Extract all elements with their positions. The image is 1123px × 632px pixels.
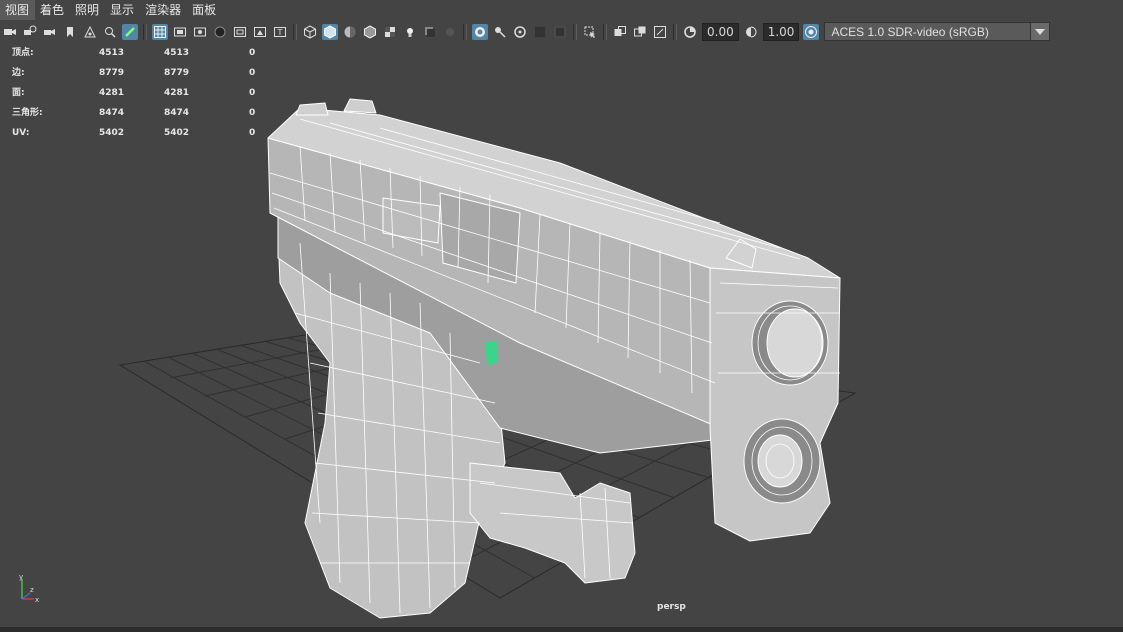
view-transform-dropdown[interactable]: ACES 1.0 SDR-video (sRGB) xyxy=(824,22,1051,41)
hud-label: 三角形: xyxy=(12,108,43,118)
hud-value-selected: 8474 xyxy=(164,108,190,118)
svg-text:T: T xyxy=(277,28,283,37)
gamma-icon[interactable] xyxy=(743,24,759,40)
toolbar-separator xyxy=(603,23,607,40)
panel-bottom-border xyxy=(0,627,1123,632)
hud-value-selected: 4281 xyxy=(164,88,190,98)
hud-value-selected: 5402 xyxy=(164,128,190,138)
hud-value-object: 5402 xyxy=(99,128,125,138)
toolbar-separator xyxy=(573,23,577,40)
toolbar-separator xyxy=(293,23,297,40)
default-material-icon[interactable] xyxy=(342,24,358,40)
grease-pencil-icon[interactable] xyxy=(122,23,138,40)
view-transform-value: ACES 1.0 SDR-video (sRGB) xyxy=(831,24,989,39)
maya-viewport-panel: 视图 着色 照明 显示 渲染器 面板 T 0.00 1.00 ACES 1.0 … xyxy=(0,0,1123,632)
hud-toggle-icon[interactable] xyxy=(612,24,628,40)
ambient-occlusion-icon[interactable] xyxy=(512,24,528,40)
menu-show[interactable]: 显示 xyxy=(105,0,140,20)
hud-value-object: 8474 xyxy=(99,108,125,118)
hud-row: 边: 8779 8779 0 xyxy=(12,63,255,83)
hud-label: UV: xyxy=(12,128,30,138)
lights-icon[interactable] xyxy=(402,24,418,40)
xray-icon[interactable] xyxy=(472,23,488,40)
motion-blur-icon[interactable] xyxy=(532,24,548,40)
isolate-select-icon[interactable] xyxy=(582,24,598,40)
textured-icon[interactable] xyxy=(382,24,398,40)
exposure-field[interactable]: 0.00 xyxy=(702,22,739,41)
axis-label-y: y xyxy=(19,573,23,581)
hud-value-object: 4513 xyxy=(99,48,125,58)
wireframe-on-shaded-icon[interactable] xyxy=(362,24,378,40)
toolbar-separator xyxy=(673,23,677,40)
hud-label: 顶点: xyxy=(12,48,34,58)
axis-label-z: z xyxy=(30,586,34,594)
resize-icon[interactable] xyxy=(652,24,668,40)
backface-icon[interactable] xyxy=(632,24,648,40)
hud-value-object: 8779 xyxy=(99,68,125,78)
grid-icon[interactable] xyxy=(152,23,168,40)
panel-toolbar: T 0.00 1.00 ACES 1.0 SDR-video (sRGB) xyxy=(0,20,1123,43)
camera-name-label: persp xyxy=(657,602,686,612)
axis-label-x: x xyxy=(35,596,39,604)
color-management-icon[interactable] xyxy=(803,23,820,40)
exposure-icon[interactable] xyxy=(682,24,698,40)
field-chart-icon[interactable] xyxy=(232,24,248,40)
hud-label: 边: xyxy=(12,68,25,78)
hud-value-selected: 8779 xyxy=(164,68,190,78)
menu-lighting[interactable]: 照明 xyxy=(70,0,105,20)
safe-title-icon[interactable]: T xyxy=(272,24,288,40)
toolbar-separator xyxy=(463,23,467,40)
axis-gizmo-icon: y x z xyxy=(14,573,44,609)
xray-joints-icon[interactable] xyxy=(492,24,508,40)
bookmark-icon[interactable] xyxy=(62,24,78,40)
hud-value-component: 0 xyxy=(249,128,256,138)
camera-attributes-icon[interactable] xyxy=(22,24,38,40)
image-plane-icon[interactable] xyxy=(82,24,98,40)
anti-aliasing-icon[interactable] xyxy=(552,24,568,40)
wireframe-icon[interactable] xyxy=(302,24,318,40)
gamma-field[interactable]: 1.00 xyxy=(762,22,800,41)
toolbar-separator xyxy=(143,23,147,40)
poly-count-hud: 顶点: 4513 4513 0 边: 8779 8779 0 面: 4281 4… xyxy=(12,43,255,143)
hud-label: 面: xyxy=(12,88,25,98)
smooth-shade-icon[interactable] xyxy=(322,23,338,40)
safe-action-icon[interactable] xyxy=(252,24,268,40)
hud-row: UV: 5402 5402 0 xyxy=(12,123,255,143)
3d-viewport[interactable]: 顶点: 4513 4513 0 边: 8779 8779 0 面: 4281 4… xyxy=(0,43,1123,627)
hud-value-component: 0 xyxy=(249,88,256,98)
hud-row: 三角形: 8474 8474 0 xyxy=(12,103,255,123)
hud-value-object: 4281 xyxy=(99,88,125,98)
menu-renderer[interactable]: 渲染器 xyxy=(140,0,187,20)
hud-row: 面: 4281 4281 0 xyxy=(12,83,255,103)
camera-icon[interactable] xyxy=(2,24,18,40)
panel-menubar: 视图 着色 照明 显示 渲染器 面板 xyxy=(0,0,1123,20)
menu-panels[interactable]: 面板 xyxy=(187,0,222,20)
hud-row: 顶点: 4513 4513 0 xyxy=(12,43,255,63)
hud-value-component: 0 xyxy=(249,48,256,58)
menu-view[interactable]: 视图 xyxy=(0,0,36,20)
hud-value-selected: 4513 xyxy=(164,48,190,58)
gate-mask-icon[interactable] xyxy=(212,24,228,40)
hud-value-component: 0 xyxy=(249,108,256,118)
resolution-gate-icon[interactable] xyxy=(192,24,208,40)
2d-pan-zoom-icon[interactable] xyxy=(102,24,118,40)
film-gate-icon[interactable] xyxy=(172,24,188,40)
menu-shading[interactable]: 着色 xyxy=(35,0,70,20)
shadows-icon[interactable] xyxy=(422,24,438,40)
chevron-down-icon xyxy=(1030,23,1050,40)
camera-lock-icon[interactable] xyxy=(42,24,58,40)
hud-value-component: 0 xyxy=(249,68,256,78)
ambient-light-icon[interactable] xyxy=(442,24,458,40)
